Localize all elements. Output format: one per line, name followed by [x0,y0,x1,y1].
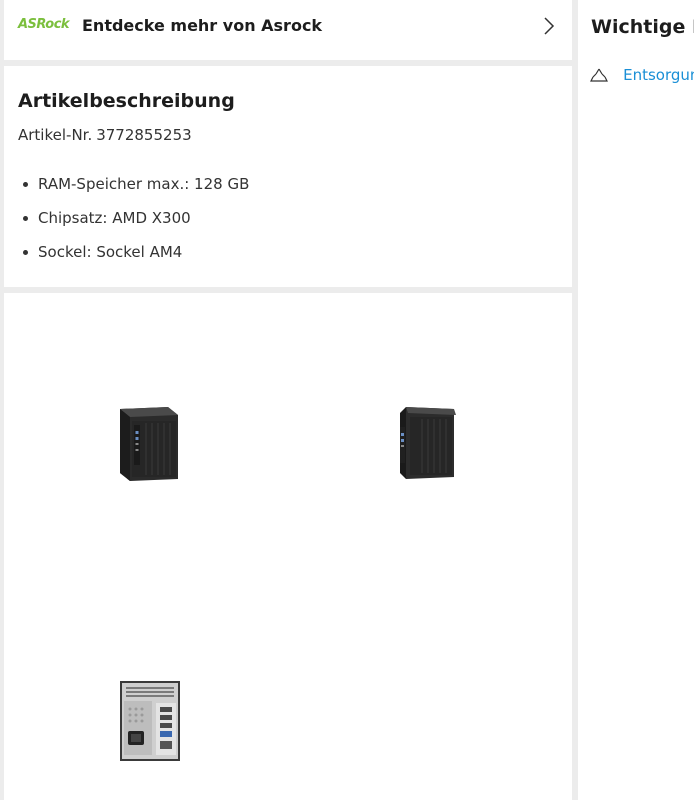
image-gallery [4,293,572,800]
article-number: Artikel-Nr. 3772855253 [18,126,196,144]
feature-text: Sockel: Sockel AM4 [38,243,183,261]
mini-pc-rear-image[interactable] [118,679,182,763]
bullet-icon [23,250,28,255]
chevron-right-icon[interactable] [542,15,556,37]
bullet-icon [23,216,28,221]
mini-pc-front-image[interactable] [116,401,182,485]
mini-pc-angle-image[interactable] [394,401,460,485]
list-item: Chipsatz: AMD X300 [18,208,249,242]
feature-list: RAM-Speicher max.: 128 GB Chipsatz: AMD … [18,174,249,276]
important-info-panel: Wichtige Informationen Entsorgung [578,0,694,800]
article-number-label: Artikel-Nr. [18,126,93,144]
brand-card[interactable]: ASRock Entdecke mehr von Asrock [4,0,572,60]
list-item: Sockel: Sockel AM4 [18,242,249,276]
description-title: Artikelbeschreibung [18,90,235,112]
disposal-link-text[interactable]: Entsorgung [623,66,694,84]
disposal-link[interactable]: Entsorgung [590,64,694,84]
description-card: Artikelbeschreibung Artikel-Nr. 377285525… [4,66,572,287]
feature-text: Chipsatz: AMD X300 [38,209,191,227]
bullet-icon [23,182,28,187]
asrock-logo: ASRock [18,17,70,32]
list-item: RAM-Speicher max.: 128 GB [18,174,249,208]
important-info-title: Wichtige Informationen [591,16,694,38]
article-number-value: 3772855253 [96,126,192,144]
recycle-icon [590,68,608,82]
brand-link-text[interactable]: Entdecke mehr von Asrock [82,16,322,35]
feature-text: RAM-Speicher max.: 128 GB [38,175,250,193]
